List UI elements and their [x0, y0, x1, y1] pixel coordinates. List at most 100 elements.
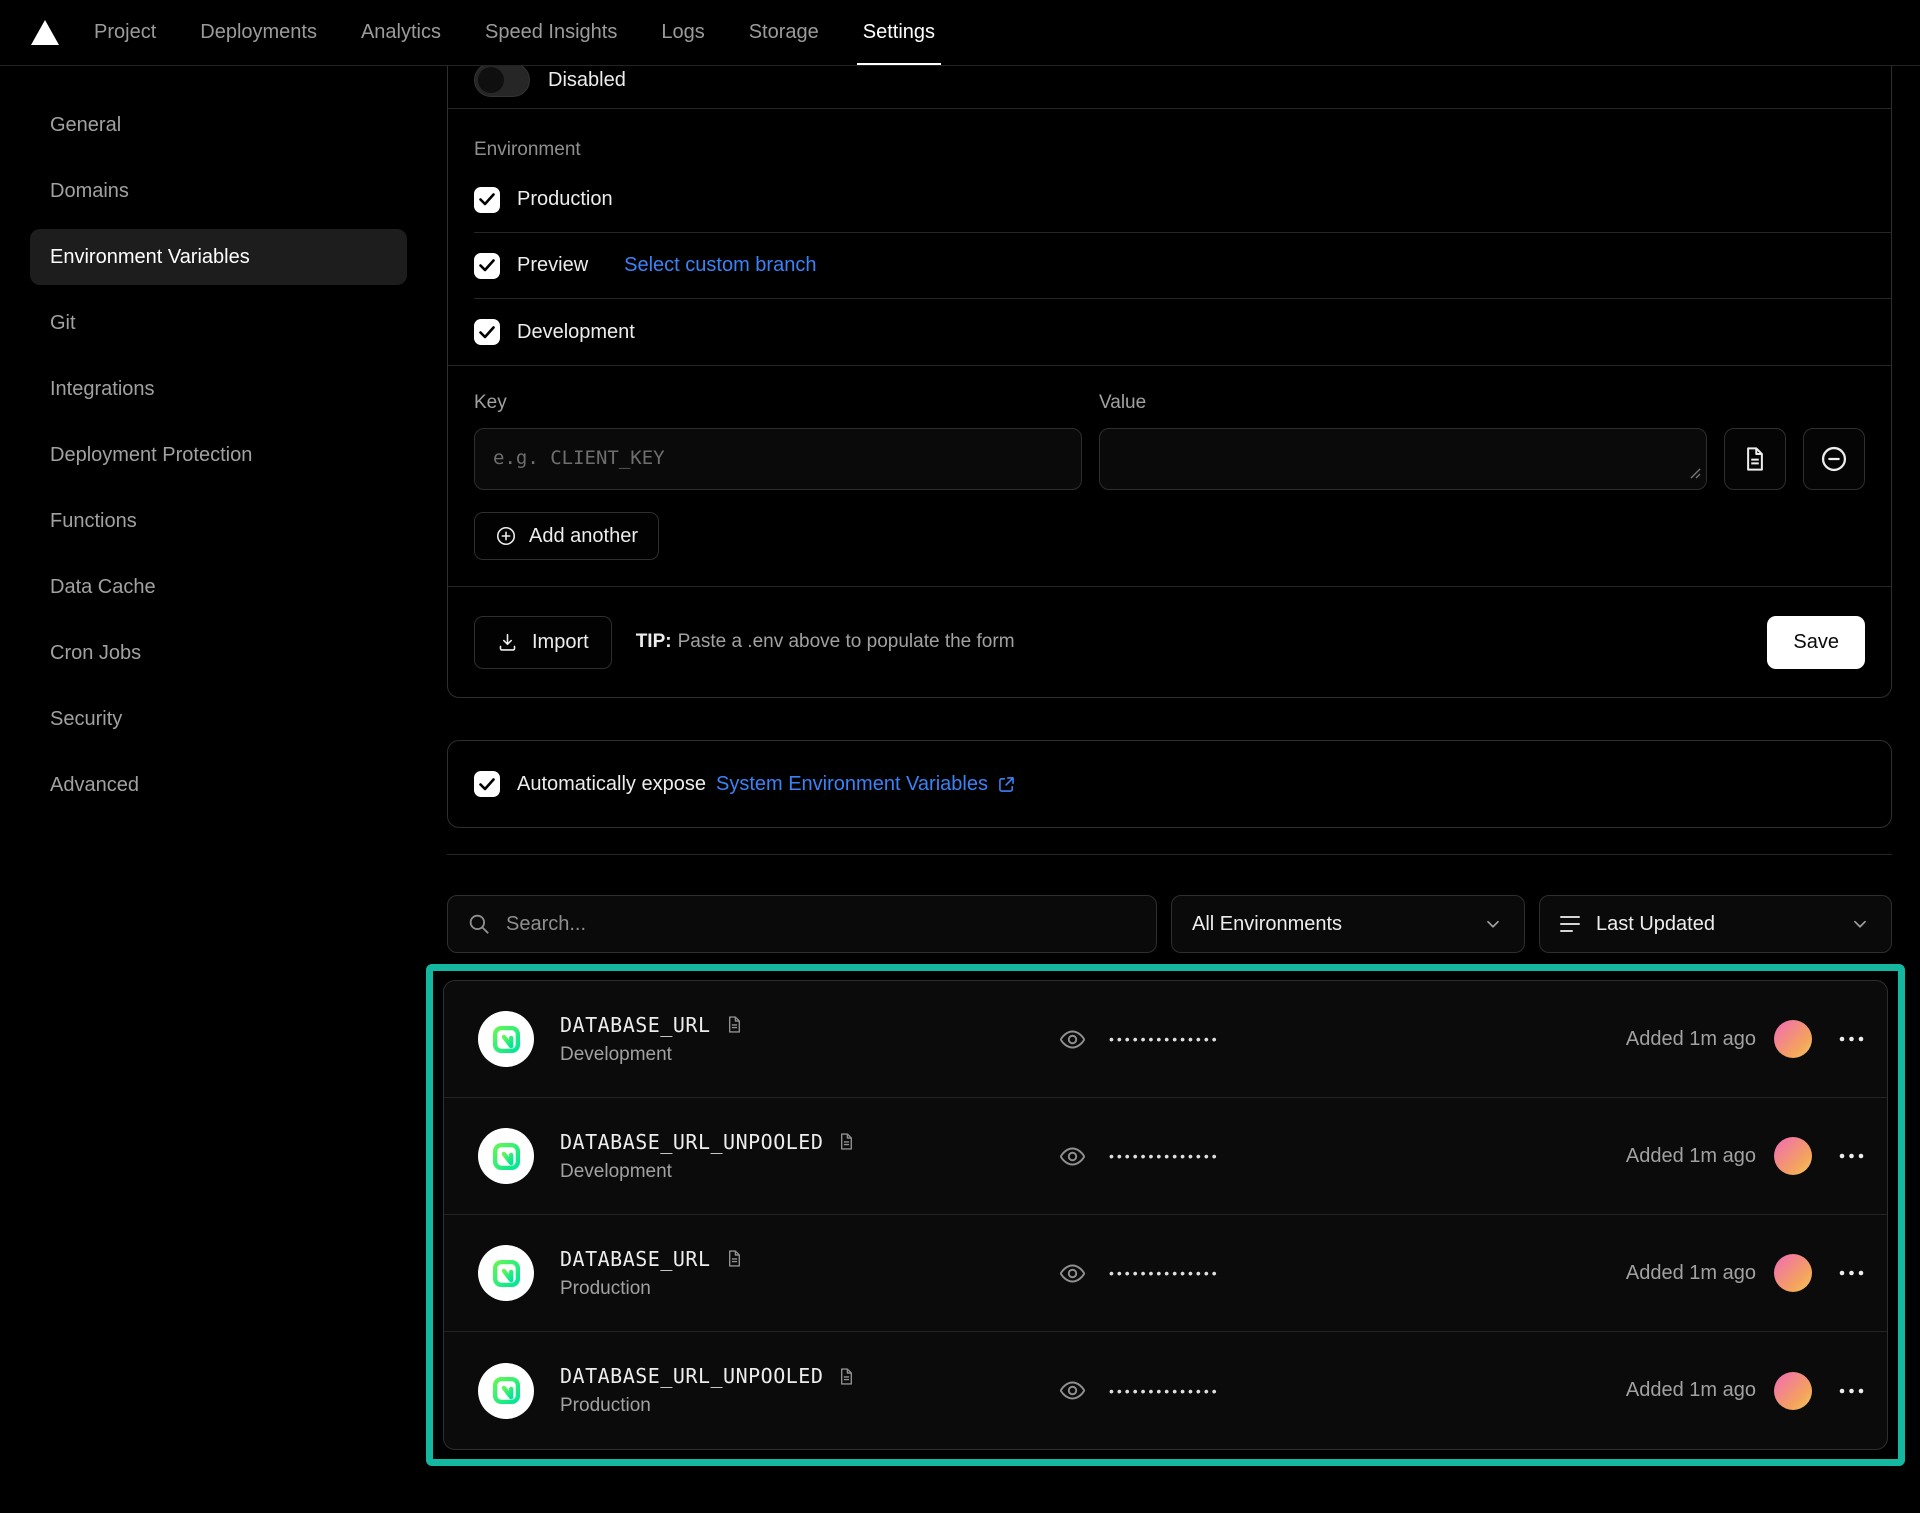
sidebar-item[interactable]: Advanced — [30, 757, 407, 813]
sort-dropdown[interactable]: Last Updated — [1539, 895, 1892, 953]
settings-sidebar: General Domains Environment Variables Gi… — [30, 66, 407, 823]
env-variable-environment: Production — [560, 1278, 745, 1300]
add-another-label: Add another — [529, 525, 638, 548]
search-input[interactable] — [447, 895, 1157, 953]
nav-item-label: Storage — [749, 21, 819, 44]
sort-value: Last Updated — [1596, 913, 1715, 936]
nav-item[interactable]: Deployments — [200, 0, 317, 65]
key-input[interactable] — [474, 428, 1082, 490]
env-variable-environment: Development — [560, 1161, 857, 1183]
sidebar-item[interactable]: General — [30, 97, 407, 153]
filter-row: All Environments Last Updated — [447, 895, 1892, 953]
sidebar-item[interactable]: Deployment Protection — [30, 427, 407, 483]
add-another-button[interactable]: Add another — [474, 512, 659, 560]
sidebar-item-label: Cron Jobs — [50, 642, 141, 665]
nav-item[interactable]: Logs — [661, 0, 704, 65]
nav-item[interactable]: Analytics — [361, 0, 441, 65]
divider — [447, 854, 1892, 855]
env-variable-row: DATABASE_URL Devel — [444, 981, 1887, 1098]
sidebar-item[interactable]: Domains — [30, 163, 407, 219]
key-label: Key — [474, 392, 1082, 414]
user-avatar — [1774, 1020, 1812, 1058]
nav-item-label: Deployments — [200, 21, 317, 44]
env-variables-list: DATABASE_URL Devel — [443, 980, 1888, 1450]
neon-integration-icon — [478, 1011, 534, 1067]
sidebar-item[interactable]: Git — [30, 295, 407, 351]
reveal-eye-icon[interactable] — [1058, 1142, 1087, 1171]
masked-value: •••••••••••••• — [1109, 1148, 1220, 1164]
sidebar-item[interactable]: Cron Jobs — [30, 625, 407, 681]
sidebar-item-label: Advanced — [50, 774, 139, 797]
remove-row-button[interactable] — [1803, 428, 1865, 490]
env-variable-environment: Development — [560, 1044, 745, 1066]
reveal-eye-icon[interactable] — [1058, 1259, 1087, 1288]
row-actions-menu[interactable] — [1838, 1034, 1865, 1044]
user-avatar — [1774, 1372, 1812, 1410]
environment-checkbox-label: Production — [517, 188, 613, 211]
checkbox-checked[interactable] — [474, 253, 500, 279]
import-button[interactable]: Import — [474, 616, 612, 669]
row-actions-menu[interactable] — [1838, 1268, 1865, 1278]
env-variable-key: DATABASE_URL — [560, 1247, 711, 1271]
select-custom-branch-link[interactable]: Select custom branch — [624, 254, 816, 277]
env-variable-value: •••••••••••••• — [1058, 1025, 1220, 1054]
system-env-card: Automatically expose System Environment … — [447, 740, 1892, 828]
environment-checkbox-list: Production Preview Select custom bran — [474, 167, 1865, 365]
sidebar-item[interactable]: Data Cache — [30, 559, 407, 615]
external-link-icon — [996, 774, 1017, 795]
ellipsis-icon — [1838, 1268, 1865, 1278]
value-input[interactable] — [1099, 428, 1707, 490]
added-timestamp: Added 1m ago — [1626, 1028, 1756, 1051]
paste-env-file-button[interactable] — [1724, 428, 1786, 490]
chevron-down-icon — [1482, 913, 1504, 935]
row-actions-menu[interactable] — [1838, 1386, 1865, 1396]
row-actions-menu[interactable] — [1838, 1151, 1865, 1161]
toggle-knob — [478, 67, 504, 93]
added-timestamp: Added 1m ago — [1626, 1262, 1756, 1285]
nav-item[interactable]: Storage — [749, 0, 819, 65]
neon-integration-icon — [478, 1245, 534, 1301]
nav-item-label: Settings — [863, 21, 935, 44]
save-button[interactable]: Save — [1767, 616, 1865, 669]
value-label: Value — [1099, 392, 1707, 414]
check-icon — [479, 326, 495, 339]
env-variable-row: DATABASE_URL_UNPOOLED — [444, 1332, 1887, 1449]
nav-item-label: Project — [94, 21, 156, 44]
sidebar-item-label: Security — [50, 708, 122, 731]
search-icon — [466, 911, 492, 937]
nav-item-label: Speed Insights — [485, 21, 617, 44]
environment-section: Environment Production — [448, 109, 1891, 365]
vercel-logo[interactable] — [30, 0, 60, 65]
import-button-label: Import — [532, 631, 589, 654]
user-avatar — [1774, 1254, 1812, 1292]
nav-items: Project Deployments Analytics Speed Insi… — [94, 0, 935, 65]
env-variable-key: DATABASE_URL_UNPOOLED — [560, 1364, 823, 1388]
sidebar-item[interactable]: Security — [30, 691, 407, 747]
checkbox-checked[interactable] — [474, 319, 500, 345]
nav-item[interactable]: Speed Insights — [485, 0, 617, 65]
disabled-toggle[interactable] — [474, 66, 530, 97]
env-variable-value: •••••••••••••• — [1058, 1376, 1220, 1405]
nav-item[interactable]: Settings — [863, 0, 935, 65]
plus-circle-icon — [495, 525, 517, 547]
note-icon — [724, 1014, 745, 1035]
sidebar-item-label: Environment Variables — [50, 246, 250, 269]
nav-item[interactable]: Project — [94, 0, 156, 65]
download-icon — [497, 632, 518, 653]
sidebar-item[interactable]: Functions — [30, 493, 407, 549]
environment-checkbox-row: Preview Select custom branch — [474, 233, 1891, 299]
sidebar-item[interactable]: Integrations — [30, 361, 407, 417]
environment-filter-dropdown[interactable]: All Environments — [1171, 895, 1525, 953]
expose-label: Automatically expose — [517, 773, 706, 796]
key-value-form: Key Value — [448, 366, 1891, 586]
reveal-eye-icon[interactable] — [1058, 1376, 1087, 1405]
system-env-variables-link[interactable]: System Environment Variables — [716, 773, 988, 796]
sidebar-item[interactable]: Environment Variables — [30, 229, 407, 285]
expose-checkbox[interactable] — [474, 771, 500, 797]
reveal-eye-icon[interactable] — [1058, 1025, 1087, 1054]
resize-grip-icon[interactable] — [1690, 466, 1701, 484]
checkbox-checked[interactable] — [474, 187, 500, 213]
check-icon — [479, 778, 495, 791]
file-icon — [1740, 444, 1770, 474]
sidebar-item-label: Functions — [50, 510, 137, 533]
